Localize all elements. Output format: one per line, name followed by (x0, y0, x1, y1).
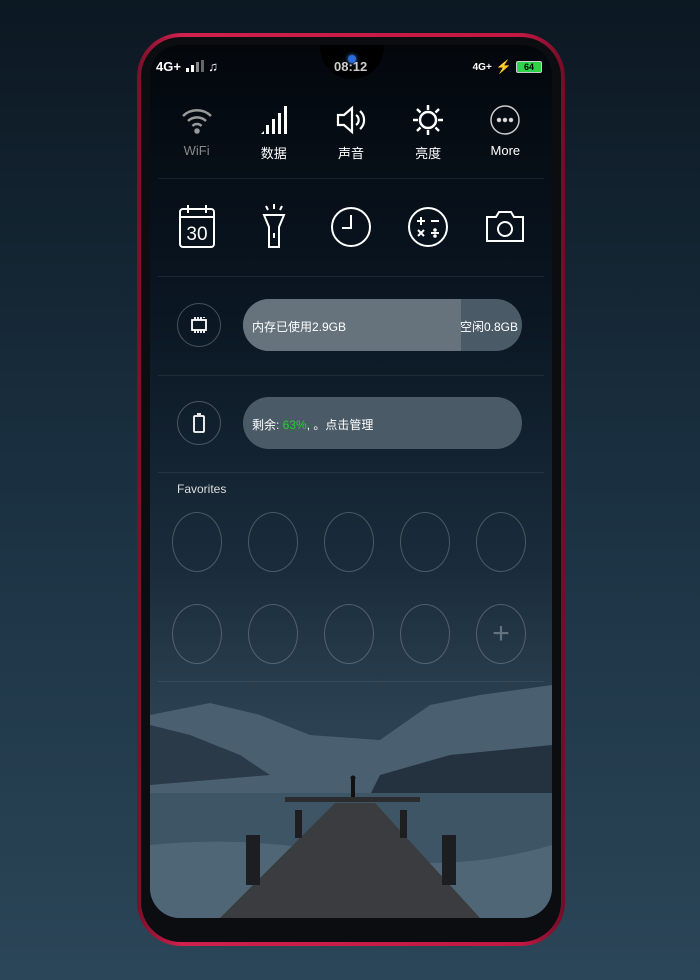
status-left: 4G+ ♫ (156, 59, 218, 74)
favorite-slot[interactable] (400, 604, 450, 664)
wifi-icon (181, 109, 212, 134)
toggle-label: 数据 (260, 146, 287, 161)
battery-prefix: 剩余: (252, 418, 283, 432)
toggle-label: WiFi (183, 143, 210, 158)
speaker-icon (336, 105, 366, 135)
signal-icon (260, 106, 287, 134)
network-type: 4G+ (156, 59, 181, 74)
flashlight-icon (262, 204, 286, 248)
toggle-more[interactable]: More (470, 103, 540, 162)
network-type-right: 4G+ (472, 61, 492, 73)
memory-icon-button[interactable] (177, 303, 221, 347)
divider (158, 178, 544, 179)
favorite-slot[interactable] (476, 512, 526, 572)
charging-icon: ⚡ (495, 59, 512, 74)
favorite-slot[interactable] (248, 512, 298, 572)
toggle-sound[interactable]: 声音 (316, 103, 386, 162)
shortcut-calculator[interactable] (393, 203, 463, 251)
memory-used-label: 内存已使用2.9GB (252, 320, 347, 334)
clock-icon (330, 207, 371, 247)
divider (158, 472, 544, 473)
toggle-label: 声音 (337, 146, 364, 161)
plus-icon: + (492, 617, 510, 650)
clock: 08:12 (334, 59, 368, 74)
battery-status: 剩余: 63%, 。点击管理 (252, 416, 373, 433)
shortcuts: 30 (150, 203, 552, 251)
toggle-label: More (490, 143, 521, 158)
favorite-slot[interactable] (324, 604, 374, 664)
shortcut-clock[interactable] (316, 203, 386, 251)
divider (158, 276, 544, 277)
status-right: 4G+ ⚡ 64 (473, 59, 542, 75)
divider (158, 681, 544, 682)
screen: 4G+ ♫ 08:12 4G+ ⚡ 64 WiFi 数据 声音 亮度 More … (150, 45, 552, 918)
shortcut-calendar[interactable]: 30 (162, 203, 232, 251)
memory-bar[interactable]: 内存已使用2.9GB 空闲0.8GB (243, 299, 522, 351)
battery-icon-button[interactable] (177, 401, 221, 445)
toggle-brightness[interactable]: 亮度 (393, 103, 463, 162)
brightness-icon (413, 105, 444, 135)
more-icon (490, 105, 521, 135)
favorite-slot[interactable] (248, 604, 298, 664)
favorite-slot[interactable] (172, 604, 222, 664)
battery-percent: 63% (282, 418, 307, 432)
favorites-title: Favorites (177, 482, 227, 496)
signal-bars-icon (185, 60, 204, 72)
divider (158, 375, 544, 376)
quick-toggles: WiFi 数据 声音 亮度 More (150, 103, 552, 162)
battery-icon (193, 413, 205, 433)
music-icon: ♫ (208, 59, 218, 74)
favorite-slot[interactable] (172, 512, 222, 572)
toggle-wifi[interactable]: WiFi (162, 103, 232, 162)
lake-pier-wallpaper (150, 685, 552, 918)
calendar-day: 30 (186, 224, 207, 245)
shortcut-camera[interactable] (470, 203, 540, 251)
add-favorite-button[interactable]: + (476, 604, 526, 664)
calendar-icon: 30 (178, 205, 215, 248)
chip-icon (191, 317, 207, 333)
memory-free-label: 空闲0.8GB (459, 320, 518, 334)
camera-icon (486, 211, 525, 242)
calculator-icon (408, 207, 449, 247)
battery-manage-link: , 。点击管理 (306, 418, 374, 432)
toggle-label: 亮度 (415, 146, 442, 161)
shortcut-flashlight[interactable] (239, 203, 309, 251)
favorite-slot[interactable] (324, 512, 374, 572)
favorite-slot[interactable] (400, 512, 450, 572)
battery-bar[interactable]: 剩余: 63%, 。点击管理 (243, 397, 522, 449)
toggle-data[interactable]: 数据 (239, 103, 309, 162)
battery-indicator: 64 (516, 61, 542, 73)
